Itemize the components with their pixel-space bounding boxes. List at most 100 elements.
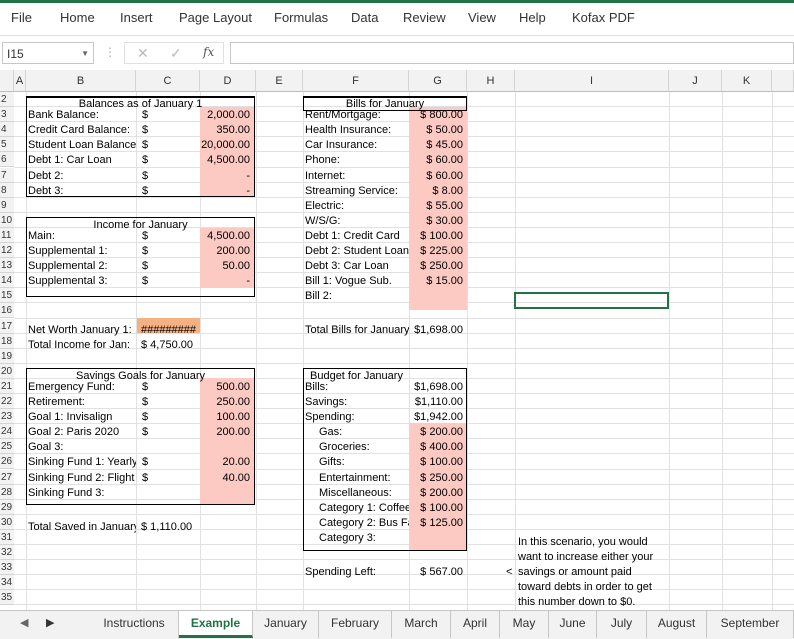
column-header-d[interactable]: D [200, 70, 256, 92]
savings-value: 40.00 [222, 472, 250, 484]
bills-value [409, 289, 463, 304]
row-header[interactable]: 12 [0, 243, 14, 258]
row-header[interactable]: 13 [0, 258, 14, 273]
column-header-h[interactable]: H [467, 70, 515, 92]
column-header-f[interactable]: F [303, 70, 409, 92]
scroll-right-icon[interactable]: ▶ [46, 616, 54, 629]
row-header[interactable]: 23 [0, 409, 14, 424]
row-header[interactable]: 24 [0, 424, 14, 439]
row-header[interactable]: 18 [0, 334, 14, 349]
row-header[interactable]: 5 [0, 137, 14, 152]
row-header[interactable]: 32 [0, 545, 14, 560]
select-all-corner[interactable] [0, 70, 14, 92]
menu-formulas[interactable]: Formulas [274, 10, 328, 25]
tab-instructions[interactable]: Instructions [90, 611, 179, 638]
formula-input[interactable] [230, 42, 794, 64]
cancel-icon[interactable]: ✕ [137, 45, 149, 62]
column-header-g[interactable]: G [409, 70, 467, 92]
column-header-e[interactable]: E [256, 70, 303, 92]
arrow-left-icon: < [506, 566, 513, 578]
selected-cell-i15[interactable] [514, 292, 669, 309]
row-header[interactable]: 6 [0, 152, 14, 167]
row-header[interactable]: 30 [0, 515, 14, 530]
balances-label: Debt 2: [28, 170, 64, 182]
tab-august[interactable]: August [647, 611, 707, 638]
menu-home[interactable]: Home [60, 10, 95, 25]
menu-data[interactable]: Data [351, 10, 378, 25]
row-header[interactable]: 21 [0, 379, 14, 394]
column-header-i[interactable]: I [515, 70, 669, 92]
budget-label: Bills: [305, 381, 329, 393]
menu-file[interactable]: File [11, 10, 32, 25]
row-header[interactable]: 35 [0, 590, 14, 605]
row-header[interactable]: 16 [0, 303, 14, 318]
row-header[interactable]: 7 [0, 168, 14, 183]
budget-label: Category 3: [319, 532, 376, 544]
savings-currency: $ [142, 456, 149, 468]
row-header[interactable]: 31 [0, 530, 14, 545]
tab-march[interactable]: March [392, 611, 451, 638]
column-header-a[interactable]: A [14, 70, 26, 92]
row-header[interactable]: 17 [0, 319, 14, 334]
enter-icon[interactable]: ✓ [170, 45, 182, 62]
row-header[interactable]: 15 [0, 288, 14, 303]
tab-april[interactable]: April [451, 611, 500, 638]
tab-may[interactable]: May [500, 611, 549, 638]
tab-february[interactable]: February [319, 611, 392, 638]
row-header[interactable]: 8 [0, 183, 14, 198]
column-header-j[interactable]: J [669, 70, 722, 92]
column-header-b[interactable]: B [26, 70, 136, 92]
row-header[interactable]: 20 [0, 364, 14, 379]
column-header-c[interactable]: C [136, 70, 200, 92]
name-box[interactable]: I15 ▼ [2, 42, 94, 64]
bills-value: $ 250.00 [420, 260, 463, 272]
total-bills-label: Total Bills for January [305, 324, 409, 336]
scroll-left-icon[interactable]: ◀ [20, 616, 28, 629]
tab-example[interactable]: Example [179, 611, 253, 638]
menu-insert[interactable]: Insert [120, 10, 153, 25]
function-icon[interactable]: fx [203, 45, 214, 59]
row-header[interactable]: 9 [0, 198, 14, 213]
tab-january[interactable]: January [253, 611, 319, 638]
bills-value: $ 30.00 [426, 215, 463, 227]
balances-label: Student Loan Balance [28, 139, 136, 151]
row-header[interactable]: 22 [0, 394, 14, 409]
row-header[interactable]: 11 [0, 228, 14, 243]
row-header[interactable]: 27 [0, 470, 14, 485]
menu-view[interactable]: View [468, 10, 496, 25]
bills-value: $ 60.00 [426, 170, 463, 182]
note-line: this number down to $0. [518, 596, 636, 608]
column-header-k[interactable]: K [722, 70, 772, 92]
row-header[interactable]: 10 [0, 213, 14, 228]
row-header[interactable]: 26 [0, 454, 14, 469]
spreadsheet-grid[interactable]: A B C D E F G H I J K 2 3 4 5 6 7 8 9 10 11 12 13 14… [0, 70, 794, 610]
income-value: 200.00 [216, 245, 250, 257]
chevron-down-icon[interactable]: ▼ [81, 43, 89, 65]
row-header[interactable]: 25 [0, 439, 14, 454]
bills-label: Streaming Service: [305, 185, 398, 197]
bills-label: Bill 2: [305, 290, 332, 302]
bills-value: $ 15.00 [426, 275, 463, 287]
tab-june[interactable]: June [549, 611, 597, 638]
budget-label: Entertainment: [319, 472, 391, 484]
budget-value: $ 100.00 [420, 502, 463, 514]
savings-label: Sinking Fund 2: Flight [28, 472, 135, 484]
row-header[interactable]: 14 [0, 273, 14, 288]
menu-help[interactable]: Help [519, 10, 546, 25]
balances-value: 20,000.00 [201, 139, 250, 151]
row-header[interactable]: 29 [0, 500, 14, 515]
tab-july[interactable]: July [597, 611, 647, 638]
row-header[interactable]: 28 [0, 485, 14, 500]
menu-page-layout[interactable]: Page Layout [179, 10, 252, 25]
row-header[interactable]: 33 [0, 560, 14, 575]
menu-review[interactable]: Review [403, 10, 446, 25]
row-header[interactable]: 4 [0, 122, 14, 137]
row-header[interactable]: 3 [0, 107, 14, 122]
tab-september[interactable]: September [707, 611, 794, 638]
row-header[interactable]: 19 [0, 349, 14, 364]
row-header[interactable]: 2 [0, 92, 14, 107]
formula-bar: I15 ▼ ⋮ ✕ ✓ fx [0, 36, 794, 71]
income-value: - [246, 275, 250, 287]
menu-kofax-pdf[interactable]: Kofax PDF [572, 10, 635, 25]
row-header[interactable]: 34 [0, 575, 14, 590]
